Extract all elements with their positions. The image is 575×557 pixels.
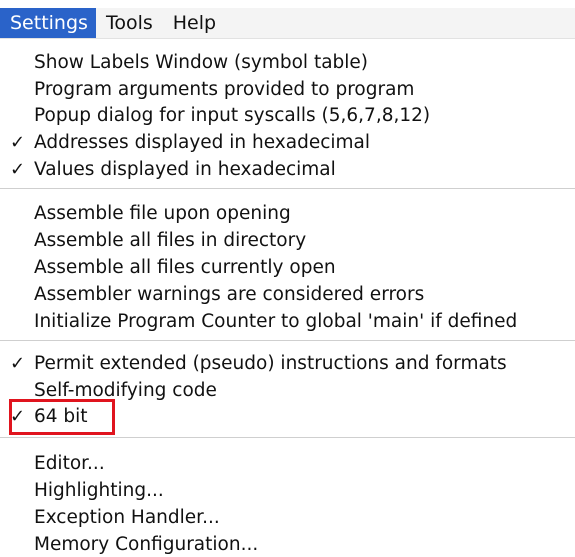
menu-item-highlighting[interactable]: Highlighting... [34,479,164,503]
menu-item-init-pc-main[interactable]: Initialize Program Counter to global 'ma… [34,310,517,334]
menu-item-popup-dialog-syscalls[interactable]: Popup dialog for input syscalls (5,6,7,8… [34,104,430,128]
menu-tools[interactable]: Tools [96,8,163,38]
menu-separator [0,188,575,189]
menu-item-assemble-all-in-directory[interactable]: Assemble all files in directory [34,229,306,253]
menubar: Settings Tools Help [0,8,575,39]
menu-item-assemble-all-open[interactable]: Assemble all files currently open [34,256,336,280]
menu-item-warnings-as-errors[interactable]: Assembler warnings are considered errors [34,283,424,307]
settings-dropdown: Show Labels Window (symbol table) Progra… [0,39,575,556]
menu-settings[interactable]: Settings [0,8,96,38]
menu-item-memory-configuration[interactable]: Memory Configuration... [34,533,258,557]
menu-separator [0,437,575,438]
checkmark-icon: ✓ [10,159,26,180]
checkmark-icon: ✓ [10,132,26,153]
menu-help[interactable]: Help [163,8,226,38]
menu-item-addresses-hex[interactable]: Addresses displayed in hexadecimal [34,131,370,155]
checkmark-icon: ✓ [10,353,26,374]
menu-separator [0,340,575,341]
menu-item-assemble-on-open[interactable]: Assemble file upon opening [34,202,291,226]
menu-item-extended-instructions[interactable]: Permit extended (pseudo) instructions an… [34,352,507,376]
menu-item-editor[interactable]: Editor... [34,452,105,476]
menu-item-values-hex[interactable]: Values displayed in hexadecimal [34,158,336,182]
highlight-annotation-box [9,399,115,435]
menu-item-show-labels-window[interactable]: Show Labels Window (symbol table) [34,51,368,75]
menu-item-program-arguments[interactable]: Program arguments provided to program [34,78,414,102]
menu-item-exception-handler[interactable]: Exception Handler... [34,506,220,530]
